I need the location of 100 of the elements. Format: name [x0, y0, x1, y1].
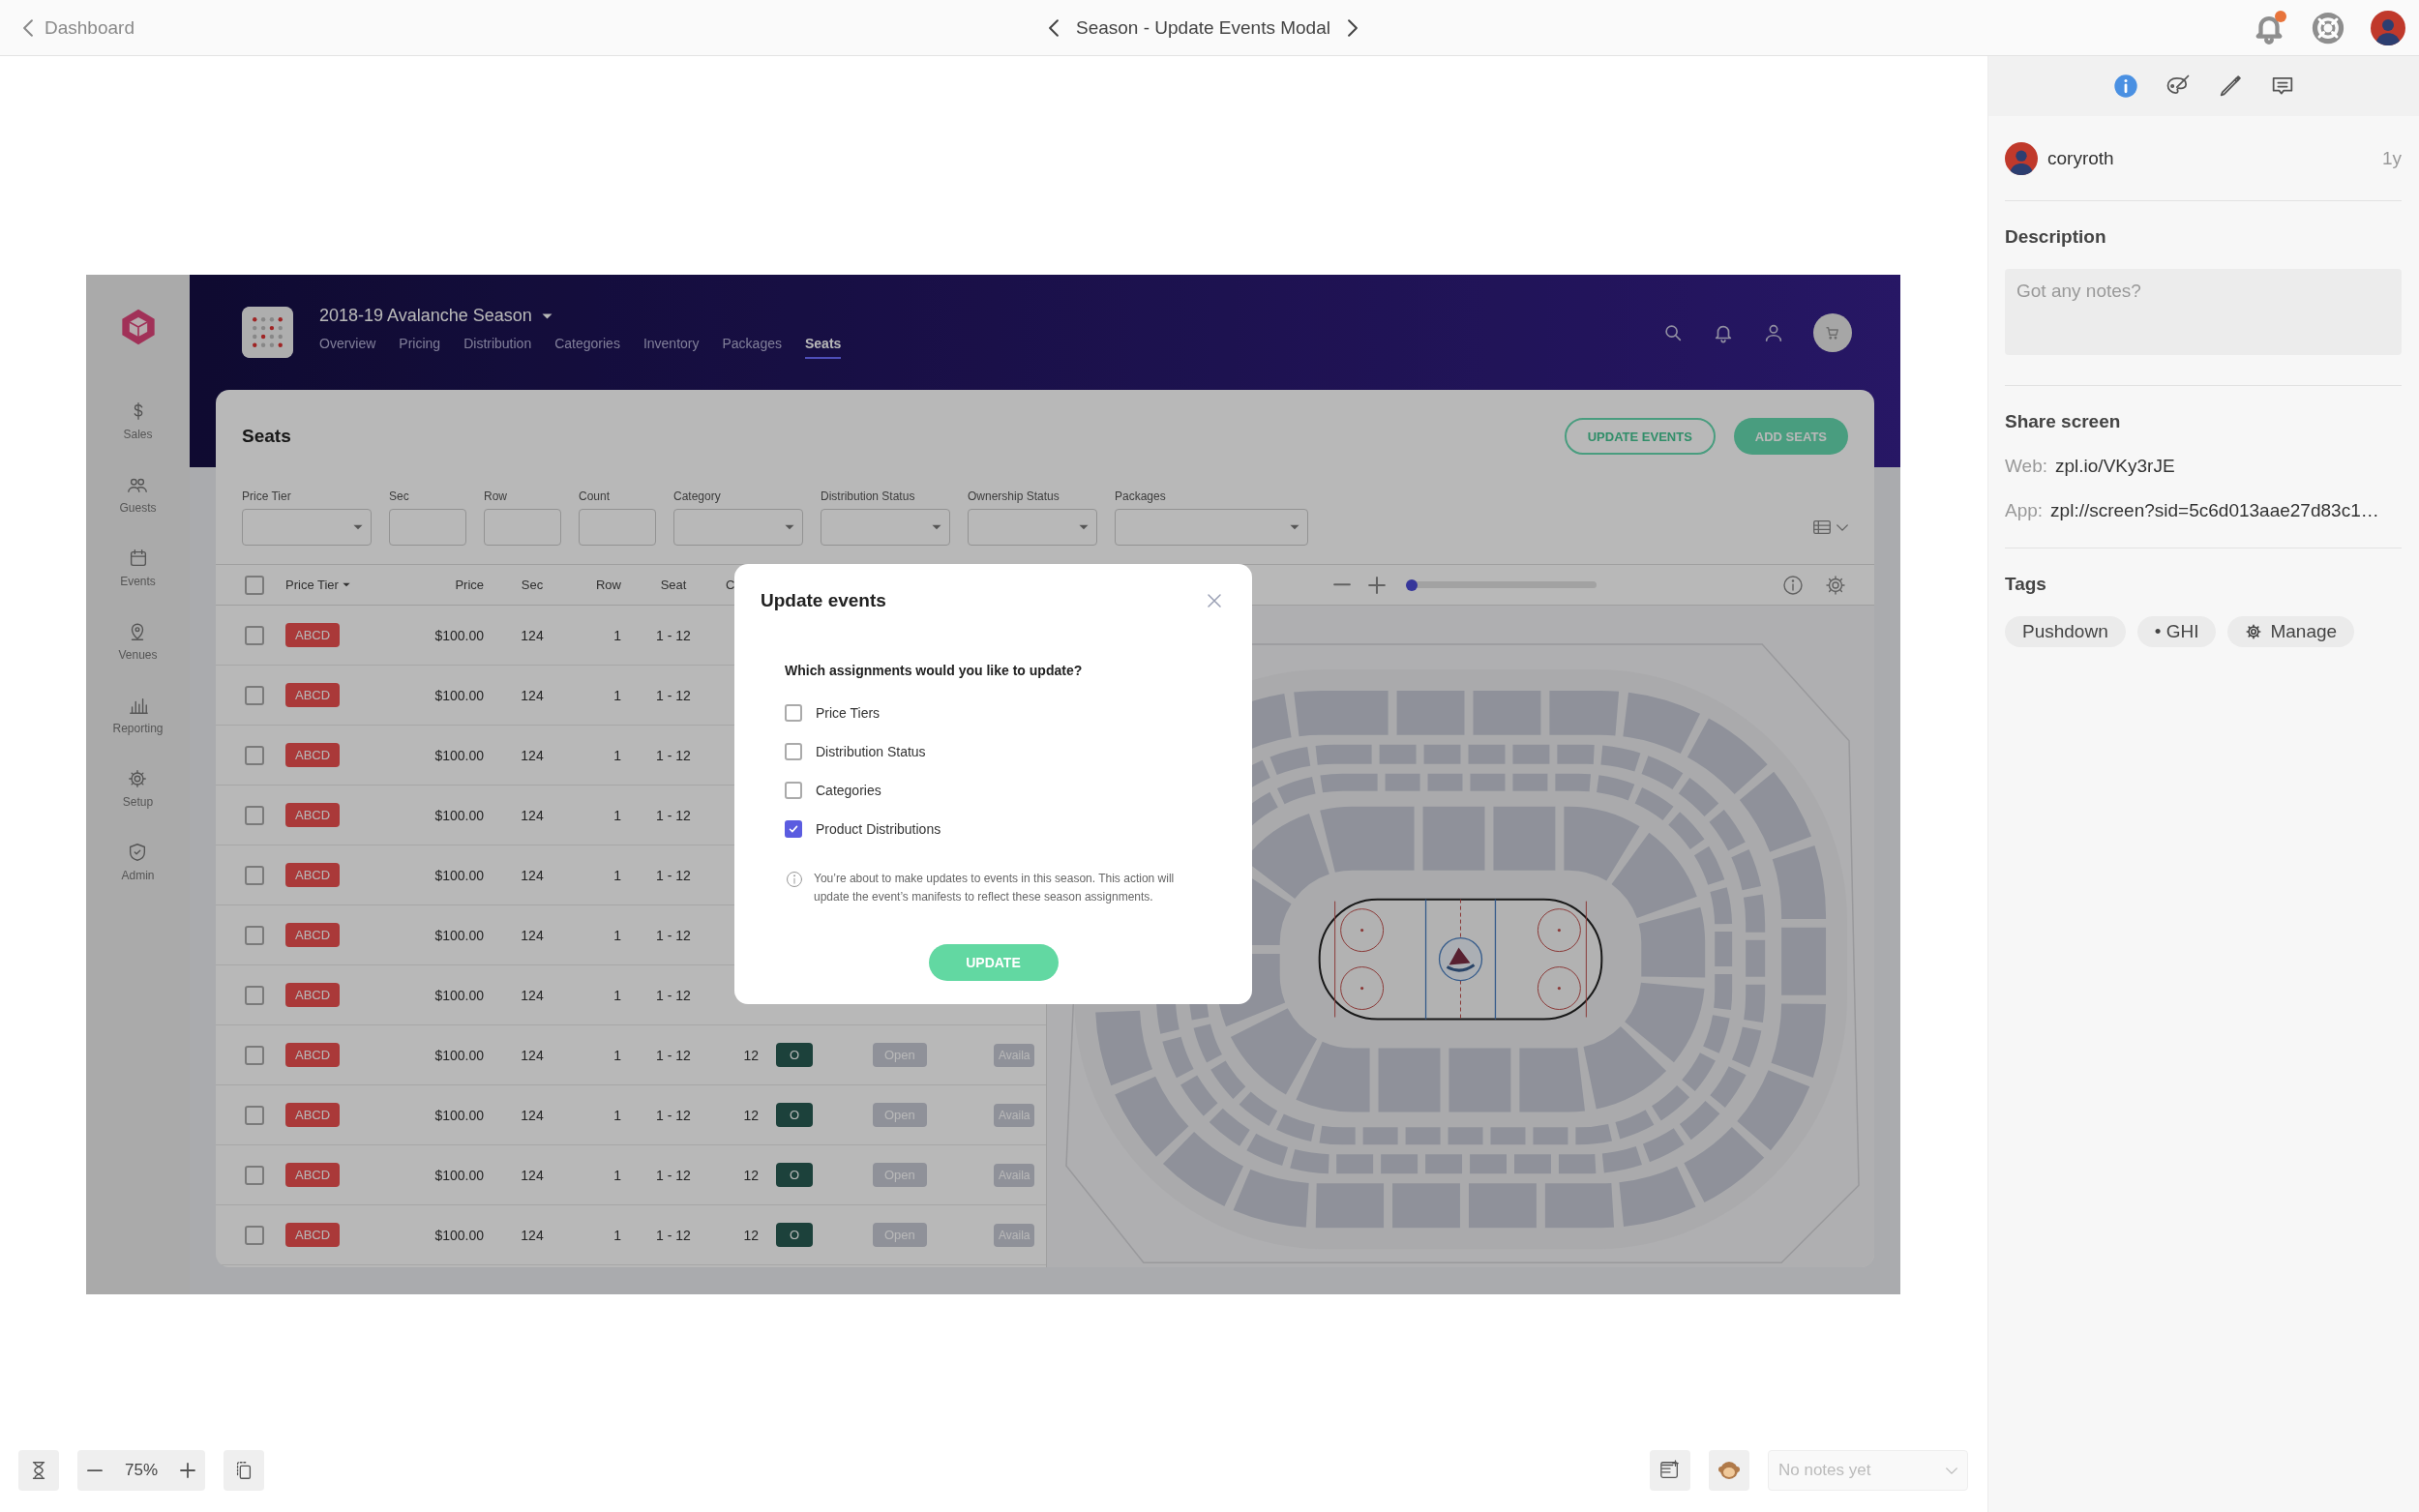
zoom-value: 75% — [125, 1461, 158, 1480]
user-name: coryroth — [2047, 147, 2114, 169]
lifebuoy-icon[interactable] — [2311, 10, 2345, 45]
caret-down-icon — [1290, 524, 1299, 530]
back-link[interactable]: Dashboard — [23, 16, 134, 39]
caret-down-icon — [541, 312, 552, 319]
filter-input[interactable] — [389, 509, 466, 546]
chevron-left-icon — [1048, 18, 1059, 37]
option-label[interactable]: Categories — [816, 783, 881, 798]
row-checkbox[interactable] — [245, 925, 264, 945]
manage-button[interactable]: Manage — [2227, 616, 2355, 647]
sidebar-item[interactable]: Admin — [121, 842, 155, 915]
nav-tab[interactable]: Inventory — [642, 336, 700, 359]
nav-tab[interactable]: Distribution — [463, 336, 532, 359]
tier-tag: ABCD — [285, 1103, 341, 1127]
zoom-in-button[interactable] — [180, 1463, 195, 1478]
sidebar-item[interactable]: Sales — [123, 400, 153, 474]
panel-tab[interactable] — [2111, 73, 2139, 100]
option-label[interactable]: Distribution Status — [816, 744, 926, 759]
table-cell-text: $100.00 — [433, 927, 485, 943]
row-checkbox[interactable] — [245, 865, 264, 885]
option-label[interactable]: Price Tiers — [816, 705, 881, 721]
gear-icon — [2245, 623, 2263, 640]
previous-button[interactable] — [1048, 18, 1059, 37]
table-cell-text: 1 — [612, 867, 621, 883]
chevron-right-icon — [1347, 18, 1358, 37]
chevron-down-icon — [1837, 523, 1848, 531]
tag-chip[interactable]: Pushdown — [2005, 616, 2126, 647]
row-checkbox[interactable] — [245, 805, 264, 825]
filter-input[interactable] — [579, 509, 656, 546]
table-cell-text: 1 - 12 — [655, 987, 692, 1003]
share-link[interactable]: zpl.io/VKy3rJE — [2055, 456, 2175, 477]
table-cell-text: 1 — [612, 687, 621, 703]
sidebar-item[interactable]: Venues — [118, 621, 158, 695]
info-icon[interactable] — [1781, 573, 1805, 597]
table-cell-text: 1 - 12 — [655, 687, 692, 703]
table-cell-text: 1 - 12 — [655, 867, 692, 883]
table-cell-text: 1 - 12 — [655, 1227, 692, 1243]
season-title: 2018-19 Avalanche Season — [319, 306, 532, 326]
season-dropdown-button[interactable] — [541, 312, 552, 319]
column-header: Price — [454, 578, 485, 592]
table-cell-text: 12 — [742, 1107, 759, 1123]
column-header[interactable]: Price Tier — [285, 578, 339, 592]
slider-thumb[interactable] — [1406, 578, 1418, 591]
tag-chip[interactable]: • GHI — [2136, 616, 2217, 647]
sidebar-item[interactable]: Guests — [119, 474, 157, 548]
card-title: Seats — [242, 426, 291, 447]
settings-icon[interactable] — [1824, 573, 1847, 597]
sidebar-item[interactable]: Reporting — [112, 695, 164, 768]
info-icon — [2111, 73, 2139, 100]
zoom-out-button[interactable] — [87, 1468, 103, 1472]
row-checkbox[interactable] — [245, 1105, 264, 1125]
table-cell-text: 124 — [520, 807, 545, 823]
cart-button[interactable] — [1813, 312, 1852, 352]
sidebar-item[interactable]: Events — [120, 548, 156, 621]
table-cell-text: 1 - 12 — [655, 1107, 692, 1123]
share-link[interactable]: zpl://screen?sid=5c6d013aae27d83c1… — [2050, 500, 2379, 521]
avatar-icon[interactable] — [2371, 10, 2405, 45]
history-button[interactable] — [18, 1450, 59, 1491]
row-checkbox[interactable] — [245, 1165, 264, 1185]
caret-down-icon — [932, 524, 941, 530]
option-label[interactable]: Product Distributions — [816, 821, 941, 837]
note-add-icon — [1659, 1460, 1681, 1481]
link-label: Web: — [2005, 456, 2047, 477]
copy-button[interactable] — [224, 1450, 264, 1491]
caret-down-icon — [353, 524, 363, 530]
row-checkbox[interactable] — [245, 985, 264, 1005]
nav-tab[interactable]: Pricing — [399, 336, 441, 359]
nav-tab[interactable]: Overview — [319, 336, 376, 359]
row-checkbox[interactable] — [245, 745, 264, 765]
chevron-down-icon — [1946, 1467, 1957, 1474]
row-checkbox[interactable] — [245, 1045, 264, 1065]
table-cell-text: 124 — [520, 927, 545, 943]
nav-tab[interactable]: Categories — [554, 336, 620, 359]
minus-icon[interactable] — [1333, 583, 1351, 586]
option-checkbox[interactable] — [785, 704, 802, 722]
column-header: Seat — [659, 578, 688, 592]
add-note-button[interactable] — [1650, 1450, 1690, 1491]
filter-input[interactable] — [484, 509, 561, 546]
dialog-question: Which assignments would you like to update? — [785, 663, 1084, 678]
timestamp: 1y — [2381, 147, 2402, 169]
sidebar-item[interactable]: Setup — [122, 768, 154, 842]
option-checkbox[interactable] — [785, 782, 802, 799]
plus-icon[interactable] — [1368, 576, 1386, 594]
filter-label: Price Tier — [242, 489, 292, 503]
option-checkbox[interactable] — [785, 820, 802, 838]
row-checkbox[interactable] — [245, 1225, 264, 1245]
animal-button[interactable] — [1709, 1450, 1749, 1491]
nav-tab[interactable]: Packages — [722, 336, 782, 359]
table-cell-text: $100.00 — [433, 1167, 485, 1183]
row-checkbox[interactable] — [245, 685, 264, 705]
nav-tab[interactable]: Seats — [804, 336, 842, 359]
section-heading: Description — [2005, 226, 2107, 248]
select-all-checkbox[interactable] — [245, 575, 264, 595]
row-checkbox[interactable] — [245, 625, 264, 645]
notes-field[interactable]: Got any notes? — [2005, 269, 2402, 355]
tier-tag: ABCD — [285, 1223, 341, 1247]
option-checkbox[interactable] — [785, 743, 802, 760]
tier-tag: ABCD — [285, 683, 341, 707]
next-button[interactable] — [1347, 18, 1358, 37]
